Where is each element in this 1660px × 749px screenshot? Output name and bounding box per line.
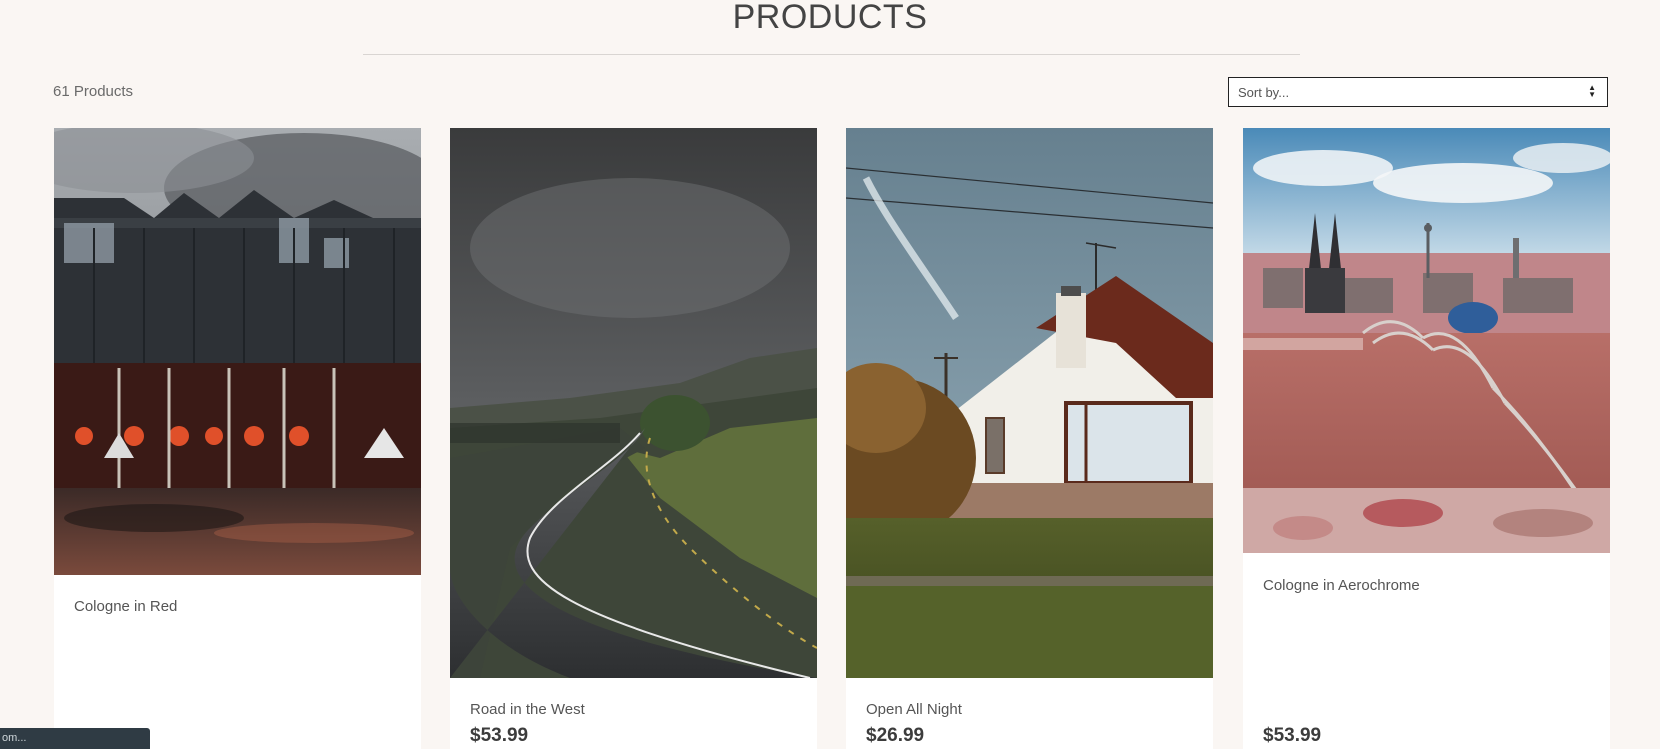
product-card-open-all-night[interactable]: Open All Night $26.99 <box>846 128 1213 749</box>
page-title: PRODUCTS <box>732 0 928 36</box>
sort-select-label: Sort by... <box>1238 85 1290 100</box>
product-image-open-all-night[interactable] <box>846 128 1213 678</box>
sort-select[interactable]: Sort by... ▲ ▼ <box>1228 77 1608 107</box>
product-name[interactable]: Open All Night <box>866 701 962 718</box>
product-card-cologne-in-aerochrome[interactable]: Cologne in Aerochrome $53.99 <box>1243 128 1610 749</box>
products-page: PRODUCTS 61 Products Sort by... ▲ ▼ Colo… <box>0 0 1660 749</box>
title-divider <box>363 54 1300 55</box>
product-price: $53.99 <box>470 725 529 746</box>
product-price: $26.99 <box>866 725 925 746</box>
product-name[interactable]: Cologne in Red <box>74 598 177 615</box>
product-price: $53.99 <box>1263 725 1322 746</box>
product-image-cologne-in-aerochrome[interactable] <box>1243 128 1610 553</box>
product-card-cologne-in-red[interactable]: Cologne in Red <box>54 128 421 749</box>
product-card-road-in-the-west[interactable]: Road in the West $53.99 <box>450 128 817 749</box>
product-name[interactable]: Cologne in Aerochrome <box>1263 577 1420 594</box>
product-count: 61 Products <box>53 83 134 100</box>
product-image-cologne-in-red[interactable] <box>54 128 421 575</box>
sort-arrows-icon: ▲ ▼ <box>1588 83 1596 99</box>
browser-status-bar: om... <box>0 728 150 749</box>
product-name[interactable]: Road in the West <box>470 701 585 718</box>
product-image-road-in-the-west[interactable] <box>450 128 817 678</box>
